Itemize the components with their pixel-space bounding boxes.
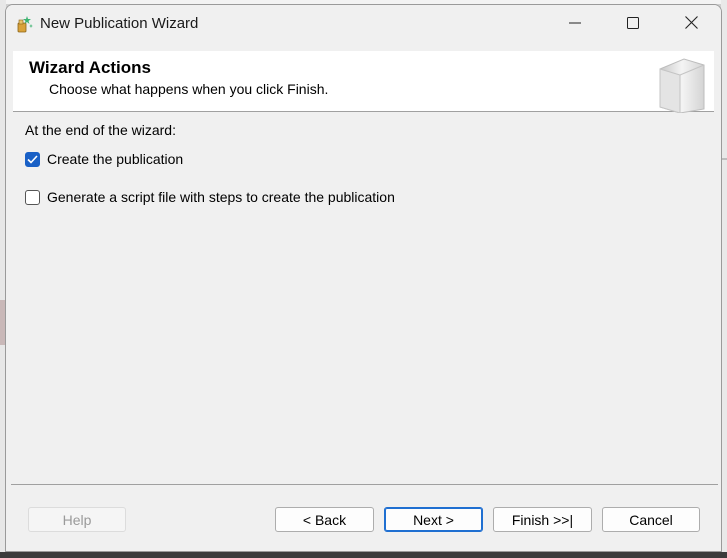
window-title: New Publication Wizard [40, 15, 199, 32]
maximize-button[interactable] [604, 5, 662, 45]
create-publication-option[interactable]: Create the publication [25, 151, 183, 167]
close-button[interactable] [662, 5, 720, 45]
generate-script-label: Generate a script file with steps to cre… [47, 189, 395, 205]
page-subtitle: Choose what happens when you click Finis… [49, 81, 329, 97]
create-publication-checkbox[interactable] [25, 151, 40, 167]
help-button[interactable]: Help [28, 507, 126, 532]
maximize-icon [627, 16, 639, 34]
page-title: Wizard Actions [29, 58, 152, 77]
minimize-button[interactable] [546, 5, 604, 45]
wizard-end-label: At the end of the wizard: [25, 122, 176, 138]
generate-script-option[interactable]: Generate a script file with steps to cre… [25, 189, 395, 205]
wizard-book-icon [654, 57, 708, 114]
create-publication-label: Create the publication [47, 151, 184, 167]
taskbar-edge [0, 552, 727, 558]
generate-script-checkbox[interactable] [25, 189, 40, 205]
finish-button[interactable]: Finish >>| [493, 507, 592, 532]
title-bar[interactable]: New Publication Wizard [6, 5, 721, 45]
wizard-window: New Publication Wizard Wizard Actions Ch… [5, 4, 722, 552]
next-button[interactable]: Next > [384, 507, 483, 532]
close-icon [684, 16, 698, 34]
checkmark-icon [27, 151, 38, 167]
wizard-header: Wizard Actions Choose what happens when … [13, 51, 714, 114]
minimize-icon [569, 16, 581, 34]
app-icon [16, 15, 34, 33]
cancel-button[interactable]: Cancel [602, 507, 700, 532]
back-button[interactable]: < Back [275, 507, 374, 532]
footer-separator [11, 484, 718, 485]
